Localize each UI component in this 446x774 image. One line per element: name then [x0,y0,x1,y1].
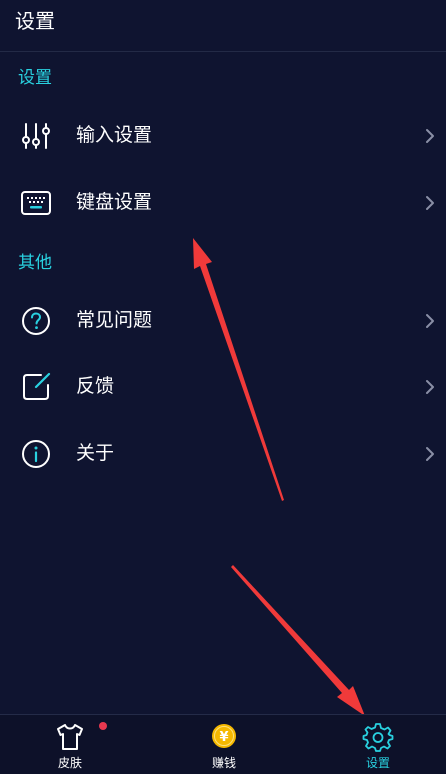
question-icon [22,307,50,335]
menu-item-label: 关于 [76,442,115,464]
keyboard-icon [21,191,51,215]
sliders-icon [22,123,50,149]
tab-skin[interactable]: 皮肤 [10,715,130,774]
tab-earn-money[interactable]: ¥ 赚钱 [164,715,284,774]
menu-item-label: 输入设置 [76,124,153,146]
chevron-right-icon [426,314,434,328]
chevron-right-icon [426,380,434,394]
notification-badge [99,722,107,730]
menu-item-label: 常见问题 [76,309,153,331]
tab-label: 皮肤 [57,756,82,770]
bottom-tab-bar: 皮肤 ¥ 赚钱 设置 [0,714,446,774]
menu-item-about[interactable]: 关于 [0,426,446,482]
yuan-coin-icon: ¥ [212,724,236,748]
tab-label: 设置 [365,756,390,770]
annotation-arrow-down [231,565,365,716]
chevron-right-icon [426,447,434,461]
menu-item-faq[interactable]: 常见问题 [0,293,446,349]
gear-icon [362,723,394,752]
tab-label: 赚钱 [211,756,236,770]
settings-screen: 设置 设置 输入设置 键盘设置 其他 常见问题 反馈 关于 皮肤 ¥ 赚钱 设置 [0,0,446,774]
top-bar: 设置 [0,0,446,52]
chevron-right-icon [426,129,434,143]
menu-item-label: 键盘设置 [76,191,153,213]
menu-item-label: 反馈 [76,375,115,397]
shirt-icon [57,724,83,750]
chevron-right-icon [426,196,434,210]
edit-icon [23,372,51,400]
page-title: 设置 [15,9,55,33]
info-icon [22,440,50,468]
menu-item-keyboard-settings[interactable]: 键盘设置 [0,175,446,231]
tab-settings[interactable]: 设置 [318,715,438,774]
yuan-symbol: ¥ [219,730,228,745]
menu-item-input-settings[interactable]: 输入设置 [0,108,446,164]
section-header-other: 其他 [18,253,52,273]
section-header-settings: 设置 [18,68,52,88]
menu-item-feedback[interactable]: 反馈 [0,359,446,415]
